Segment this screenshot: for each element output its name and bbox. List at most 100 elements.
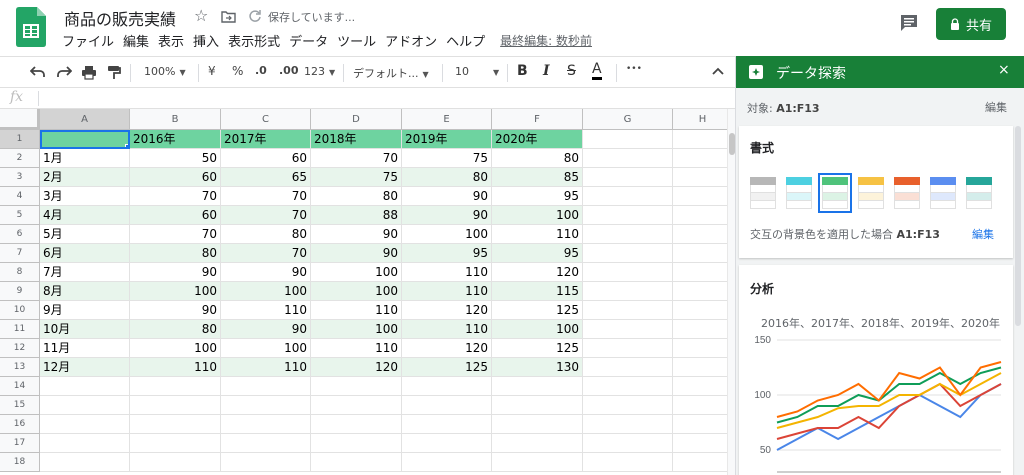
table-cell[interactable]: 88 (311, 206, 402, 225)
column-header-d[interactable]: D (311, 109, 402, 130)
empty-cell[interactable] (673, 282, 727, 301)
empty-cell[interactable] (673, 453, 727, 472)
header-cell[interactable]: 2017年 (221, 130, 311, 149)
empty-cell[interactable] (402, 377, 492, 396)
table-cell[interactable]: 80 (130, 320, 221, 339)
empty-cell[interactable] (40, 396, 130, 415)
empty-cell[interactable] (583, 377, 673, 396)
table-style-swatch[interactable] (786, 177, 812, 209)
empty-cell[interactable] (40, 434, 130, 453)
table-cell[interactable]: 95 (492, 187, 583, 206)
table-cell[interactable]: 100 (221, 339, 311, 358)
menu-file[interactable]: ファイル (62, 31, 114, 50)
column-header-b[interactable]: B (130, 109, 221, 130)
column-header-c[interactable]: C (221, 109, 311, 130)
menu-view[interactable]: 表示 (158, 31, 184, 50)
row-header-15[interactable]: 15 (0, 396, 40, 415)
row-header-4[interactable]: 4 (0, 187, 40, 206)
table-cell[interactable]: 110 (402, 320, 492, 339)
table-cell[interactable]: 8月 (40, 282, 130, 301)
empty-cell[interactable] (40, 453, 130, 472)
empty-cell[interactable] (311, 453, 402, 472)
table-cell[interactable]: 110 (402, 263, 492, 282)
table-cell[interactable]: 130 (492, 358, 583, 377)
empty-cell[interactable] (673, 358, 727, 377)
empty-cell[interactable] (311, 396, 402, 415)
empty-cell[interactable] (130, 377, 221, 396)
share-button[interactable]: 共有 (936, 8, 1006, 40)
bold-button[interactable]: B (517, 63, 528, 79)
table-cell[interactable]: 125 (402, 358, 492, 377)
table-cell[interactable]: 100 (130, 339, 221, 358)
table-style-swatch[interactable] (966, 177, 992, 209)
decrease-decimal-button[interactable]: .0 (255, 64, 267, 77)
row-header-11[interactable]: 11 (0, 320, 40, 339)
table-cell[interactable]: 85 (492, 168, 583, 187)
text-color-button[interactable]: A (592, 61, 602, 80)
table-cell[interactable]: 110 (221, 358, 311, 377)
table-style-swatch[interactable] (818, 173, 852, 213)
number-format-select[interactable]: 123 ▼ (304, 65, 335, 78)
alternating-edit-link[interactable]: 編集 (972, 226, 994, 242)
table-cell[interactable]: 90 (130, 301, 221, 320)
empty-cell[interactable] (673, 244, 727, 263)
table-cell[interactable]: 60 (130, 168, 221, 187)
empty-cell[interactable] (673, 434, 727, 453)
column-header-h[interactable]: H (673, 109, 727, 130)
analysis-line-chart[interactable]: 50 100 150 (749, 332, 1009, 475)
empty-cell[interactable] (492, 434, 583, 453)
empty-cell[interactable] (583, 453, 673, 472)
selected-cell-a1[interactable] (40, 130, 130, 149)
table-cell[interactable]: 100 (492, 320, 583, 339)
empty-cell[interactable] (492, 377, 583, 396)
empty-cell[interactable] (583, 415, 673, 434)
table-cell[interactable]: 80 (311, 187, 402, 206)
table-cell[interactable]: 60 (221, 149, 311, 168)
menu-data[interactable]: データ (289, 31, 328, 50)
column-header-f[interactable]: F (492, 109, 583, 130)
table-cell[interactable]: 70 (221, 206, 311, 225)
table-cell[interactable]: 7月 (40, 263, 130, 282)
table-cell[interactable]: 80 (130, 244, 221, 263)
font-size-select[interactable]: 10 ▼ (455, 65, 499, 78)
redo-icon[interactable] (56, 65, 72, 79)
empty-cell[interactable] (583, 320, 673, 339)
empty-cell[interactable] (402, 396, 492, 415)
empty-cell[interactable] (673, 396, 727, 415)
row-header-3[interactable]: 3 (0, 168, 40, 187)
font-select[interactable]: デフォルト... ▼ (353, 65, 429, 81)
empty-cell[interactable] (311, 377, 402, 396)
empty-cell[interactable] (221, 434, 311, 453)
table-cell[interactable]: 125 (492, 301, 583, 320)
table-cell[interactable]: 6月 (40, 244, 130, 263)
table-cell[interactable]: 3月 (40, 187, 130, 206)
table-cell[interactable]: 9月 (40, 301, 130, 320)
empty-cell[interactable] (583, 396, 673, 415)
row-header-6[interactable]: 6 (0, 225, 40, 244)
empty-cell[interactable] (673, 377, 727, 396)
row-header-8[interactable]: 8 (0, 263, 40, 282)
empty-cell[interactable] (130, 415, 221, 434)
table-cell[interactable]: 100 (402, 225, 492, 244)
empty-cell[interactable] (583, 358, 673, 377)
menu-tools[interactable]: ツール (337, 31, 376, 50)
empty-cell[interactable] (130, 396, 221, 415)
paint-format-icon[interactable] (107, 65, 121, 80)
table-cell[interactable]: 100 (311, 263, 402, 282)
table-cell[interactable]: 100 (221, 282, 311, 301)
column-header-e[interactable]: E (402, 109, 492, 130)
empty-cell[interactable] (583, 187, 673, 206)
table-cell[interactable]: 110 (221, 301, 311, 320)
table-cell[interactable]: 65 (221, 168, 311, 187)
table-cell[interactable]: 90 (311, 244, 402, 263)
print-icon[interactable] (81, 65, 97, 80)
sheets-logo-icon[interactable] (16, 7, 46, 47)
table-style-swatch[interactable] (750, 177, 776, 209)
table-cell[interactable]: 100 (311, 320, 402, 339)
empty-cell[interactable] (311, 415, 402, 434)
table-cell[interactable]: 90 (402, 206, 492, 225)
empty-cell[interactable] (673, 320, 727, 339)
table-cell[interactable]: 1月 (40, 149, 130, 168)
empty-cell[interactable] (221, 396, 311, 415)
table-cell[interactable]: 12月 (40, 358, 130, 377)
